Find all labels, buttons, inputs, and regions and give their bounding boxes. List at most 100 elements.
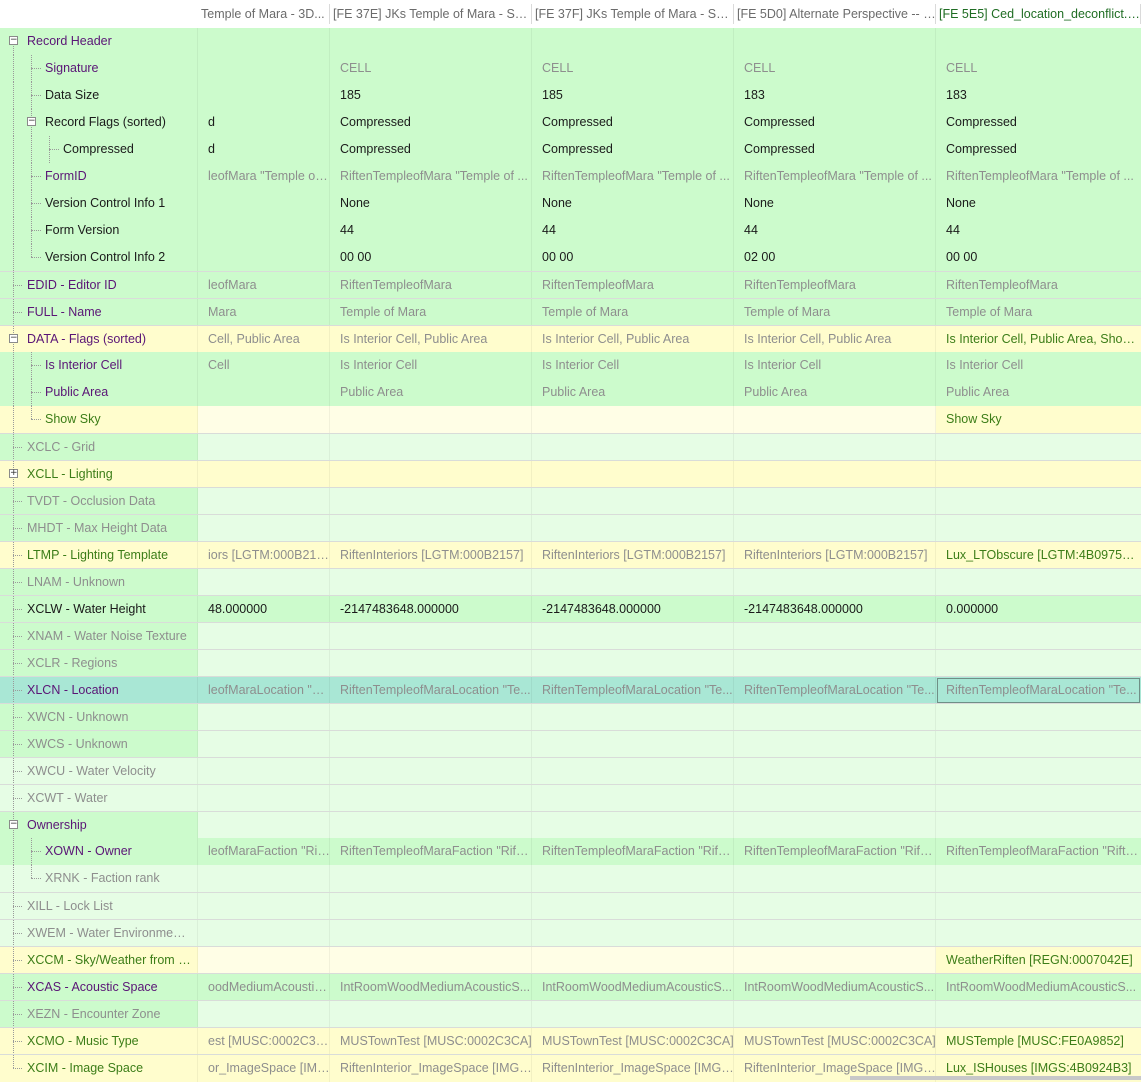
record-row[interactable]: XNAM - Water Noise Texture [0, 622, 1141, 650]
value-cell[interactable]: CELL [936, 55, 1141, 82]
value-cell[interactable] [330, 893, 532, 920]
value-cell[interactable]: -2147483648.000000 [734, 596, 936, 623]
value-cell[interactable] [532, 569, 734, 596]
record-row[interactable]: Compressed d Compressed Compressed Compresse… [0, 136, 1141, 163]
field-label-cell[interactable]: + XCLL - Lighting [0, 461, 198, 488]
value-cell[interactable] [936, 893, 1141, 920]
record-row[interactable]: XLCN - Location leofMaraLocation "Te... Ri… [0, 676, 1141, 704]
value-cell[interactable]: Is Interior Cell [532, 352, 734, 379]
record-row[interactable]: LTMP - Lighting Template iors [LGTM:000B2… [0, 541, 1141, 569]
value-cell[interactable] [734, 406, 936, 433]
value-cell[interactable]: 44 [330, 217, 532, 244]
field-label-cell[interactable]: EDID - Editor ID [0, 272, 198, 299]
field-label-cell[interactable]: XLCN - Location [0, 677, 198, 704]
value-cell[interactable] [734, 893, 936, 920]
field-label-cell[interactable]: Public Area [0, 379, 198, 406]
record-row[interactable]: FormID leofMara "Temple of ... RiftenTempl… [0, 163, 1141, 190]
value-cell[interactable] [330, 569, 532, 596]
value-cell[interactable]: Lux_LTObscure [LGTM:4B0975D6] [936, 542, 1141, 569]
value-cell[interactable]: RiftenTempleofMaraFaction "Rifte... [330, 838, 532, 865]
value-cell[interactable]: 48.000000 [198, 596, 330, 623]
record-row[interactable]: LNAM - Unknown [0, 568, 1141, 596]
value-cell[interactable] [198, 893, 330, 920]
value-cell[interactable] [330, 812, 532, 839]
value-cell[interactable]: RiftenInteriors [LGTM:000B2157] [330, 542, 532, 569]
record-row[interactable]: MHDT - Max Height Data [0, 514, 1141, 542]
value-cell[interactable]: RiftenTempleofMara "Temple of ... [936, 163, 1141, 190]
field-label-cell[interactable]: FormID [0, 163, 198, 190]
value-cell[interactable] [330, 650, 532, 677]
value-cell[interactable]: Compressed [532, 136, 734, 163]
value-cell[interactable] [198, 461, 330, 488]
field-label-cell[interactable]: Compressed [0, 136, 198, 163]
value-cell[interactable]: Compressed [734, 136, 936, 163]
record-row[interactable]: XCLR - Regions [0, 649, 1141, 677]
record-row[interactable]: XCMO - Music Type est [MUSC:0002C3CA] MUST… [0, 1027, 1141, 1055]
field-label-cell[interactable]: XCMO - Music Type [0, 1028, 198, 1055]
value-cell[interactable] [330, 920, 532, 947]
value-cell[interactable] [936, 569, 1141, 596]
record-row[interactable]: Version Control Info 2 00 00 00 00 02 00 00 … [0, 244, 1141, 271]
collapse-icon[interactable]: − [9, 334, 18, 343]
field-label-cell[interactable]: XCCM - Sky/Weather from R... [0, 947, 198, 974]
value-cell[interactable] [198, 569, 330, 596]
value-cell[interactable]: RiftenTempleofMaraFaction "Rifte... [734, 838, 936, 865]
field-label-cell[interactable]: XCLW - Water Height [0, 596, 198, 623]
record-row[interactable]: XILL - Lock List [0, 892, 1141, 920]
record-row[interactable]: XWCU - Water Velocity [0, 757, 1141, 785]
field-label-cell[interactable]: − Record Flags (sorted) [0, 109, 198, 136]
field-label-cell[interactable]: Version Control Info 2 [0, 244, 198, 271]
value-cell[interactable]: Temple of Mara [330, 299, 532, 326]
record-row[interactable]: Data Size 185 185 183 183 [0, 82, 1141, 109]
value-cell[interactable]: 183 [734, 82, 936, 109]
value-cell[interactable] [198, 1001, 330, 1028]
value-cell[interactable]: RiftenTempleofMaraLocation "Te... [532, 677, 734, 704]
field-label-cell[interactable]: XWCU - Water Velocity [0, 758, 198, 785]
value-cell[interactable] [198, 55, 330, 82]
value-cell[interactable]: Compressed [734, 109, 936, 136]
collapse-icon[interactable]: − [9, 820, 18, 829]
value-cell[interactable]: RiftenInteriors [LGTM:000B2157] [532, 542, 734, 569]
record-row[interactable]: Public Area Public Area Public Area Public … [0, 379, 1141, 406]
value-cell[interactable] [532, 650, 734, 677]
value-cell[interactable] [198, 865, 330, 892]
value-cell[interactable] [734, 488, 936, 515]
value-cell[interactable]: RiftenTempleofMaraFaction "Rifte... [936, 838, 1141, 865]
value-cell[interactable] [330, 731, 532, 758]
value-cell[interactable]: Mara [198, 299, 330, 326]
value-cell[interactable]: or_ImageSpace [IMGS:... [198, 1055, 330, 1082]
column-header-1[interactable]: Temple of Mara - 3D... [198, 0, 330, 28]
value-cell[interactable] [198, 623, 330, 650]
value-cell[interactable]: iors [LGTM:000B2157] [198, 542, 330, 569]
value-cell[interactable]: 44 [734, 217, 936, 244]
field-label-cell[interactable]: Version Control Info 1 [0, 190, 198, 217]
value-cell[interactable]: 44 [532, 217, 734, 244]
value-cell[interactable] [734, 865, 936, 892]
value-cell[interactable]: None [532, 190, 734, 217]
value-cell[interactable] [532, 704, 734, 731]
value-cell[interactable]: Cell, Public Area [198, 326, 330, 353]
horizontal-scrollbar[interactable] [850, 1076, 1141, 1080]
value-cell[interactable]: Compressed [532, 109, 734, 136]
value-cell[interactable]: CELL [734, 55, 936, 82]
value-cell[interactable]: MUSTemple [MUSC:FE0A9852] [936, 1028, 1141, 1055]
field-label-cell[interactable]: XCIM - Image Space [0, 1055, 198, 1082]
column-header-3[interactable]: [FE 37F] JKs Temple of Mara - SUT ... [532, 0, 734, 28]
value-cell[interactable]: MUSTownTest [MUSC:0002C3CA] [330, 1028, 532, 1055]
value-cell[interactable] [734, 704, 936, 731]
value-cell[interactable] [532, 731, 734, 758]
record-row[interactable]: XWEM - Water Environment ... [0, 919, 1141, 947]
value-cell[interactable]: 185 [532, 82, 734, 109]
value-cell[interactable] [532, 1001, 734, 1028]
value-cell[interactable] [936, 758, 1141, 785]
value-cell[interactable]: Compressed [330, 136, 532, 163]
value-cell[interactable] [330, 785, 532, 812]
field-label-cell[interactable]: Show Sky [0, 406, 198, 433]
field-label-cell[interactable]: MHDT - Max Height Data [0, 515, 198, 542]
value-cell[interactable]: 183 [936, 82, 1141, 109]
value-cell[interactable] [330, 704, 532, 731]
value-cell[interactable] [734, 28, 936, 55]
value-cell[interactable] [734, 947, 936, 974]
record-row[interactable]: Is Interior Cell Cell Is Interior Cell Is I… [0, 352, 1141, 379]
record-row[interactable]: EDID - Editor ID leofMara RiftenTempleofMa… [0, 271, 1141, 299]
